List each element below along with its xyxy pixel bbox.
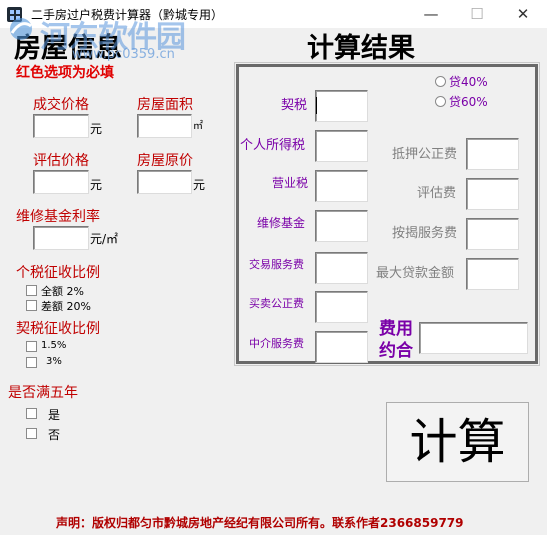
income-tax-diff-label: 差额 20% [41,300,91,313]
mortgage-service-fee-label: 按揭服务费 [392,226,458,241]
text-caret [316,97,317,114]
maximize-button[interactable]: ☐ [454,0,500,28]
transaction-fee-result [315,252,368,284]
loan-60-radio[interactable] [435,96,446,107]
deal-price-unit: 元 [90,122,103,136]
income-tax-full-label: 全额 2% [41,285,84,298]
watermark-url: www.pc0359.cn [72,47,175,62]
loan-60-label: 贷60% [449,95,488,109]
maintenance-fund-result-label: 维修基金 [257,216,306,230]
income-tax-full-checkbox[interactable] [26,285,37,296]
deal-price-label: 成交价格 [33,97,89,113]
sale-notary-fee-result-label: 买卖公正费 [249,297,304,310]
loan-40-label: 贷40% [449,75,488,89]
deed-tax-1-5-checkbox[interactable] [26,341,37,352]
max-loan-result [466,258,519,290]
appraised-price-input[interactable] [33,170,89,194]
calculate-button[interactable]: 计算 [386,402,529,482]
appraisal-fee-label: 评估费 [417,186,457,201]
max-loan-label: 最大贷款金额 [376,266,455,281]
deed-tax-1-5-label: 1.5% [41,340,67,351]
result-heading: 计算结果 [307,33,415,64]
required-note: 红色选项为必填 [16,65,114,81]
mortgage-service-fee-result [466,218,519,250]
area-unit: ㎡ [193,121,203,132]
maintenance-fund-result [315,210,368,242]
minimize-button[interactable]: — [408,0,454,28]
area-input[interactable] [137,114,192,138]
transaction-fee-result-label: 交易服务费 [249,258,304,271]
appraised-price-label: 评估价格 [33,153,89,169]
five-years-no-checkbox[interactable] [26,428,37,439]
business-tax-result-label: 营业税 [272,176,309,190]
deed-tax-result-label: 契税 [281,98,308,113]
agency-fee-result [315,331,368,363]
business-tax-result [315,170,368,202]
appraised-price-unit: 元 [90,178,103,192]
maintenance-rate-label: 维修基金利率 [16,209,100,225]
five-years-yes-checkbox[interactable] [26,408,37,419]
mortgage-notary-fee-label: 抵押公正费 [392,147,458,162]
five-years-label: 是否满五年 [8,385,78,401]
income-tax-result [315,130,368,162]
mortgage-notary-fee-result [466,138,519,170]
close-button[interactable]: ✕ [500,0,546,28]
deal-price-input[interactable] [33,114,89,138]
deed-tax-ratio-label: 契税征收比例 [16,321,100,337]
copyright-footer: 声明：版权归都匀市黔城房地产经纪有限公司所有。联系作者2366859779 [56,516,464,530]
fee-total-result [419,322,528,354]
original-price-label: 房屋原价 [137,153,193,169]
five-years-no-label: 否 [48,428,61,442]
original-price-unit: 元 [193,178,206,192]
deed-tax-3-label: 3% [46,356,62,367]
income-tax-diff-checkbox[interactable] [26,300,37,311]
five-years-yes-label: 是 [48,408,61,422]
deed-tax-3-checkbox[interactable] [26,357,37,368]
area-label: 房屋面积 [137,97,193,113]
appraisal-fee-result [466,178,519,210]
watermark-logo-icon [10,18,32,40]
income-tax-ratio-label: 个税征收比例 [16,265,100,281]
deed-tax-result [315,90,368,122]
income-tax-result-label: 个人所得税 [240,138,306,153]
sale-notary-fee-result [315,291,368,323]
fee-total-label: 费用约合 [379,319,413,361]
original-price-input[interactable] [137,170,192,194]
loan-40-radio[interactable] [435,76,446,87]
agency-fee-result-label: 中介服务费 [249,337,304,350]
maintenance-rate-unit: 元/㎡ [90,232,119,246]
maintenance-rate-input[interactable] [33,226,89,250]
